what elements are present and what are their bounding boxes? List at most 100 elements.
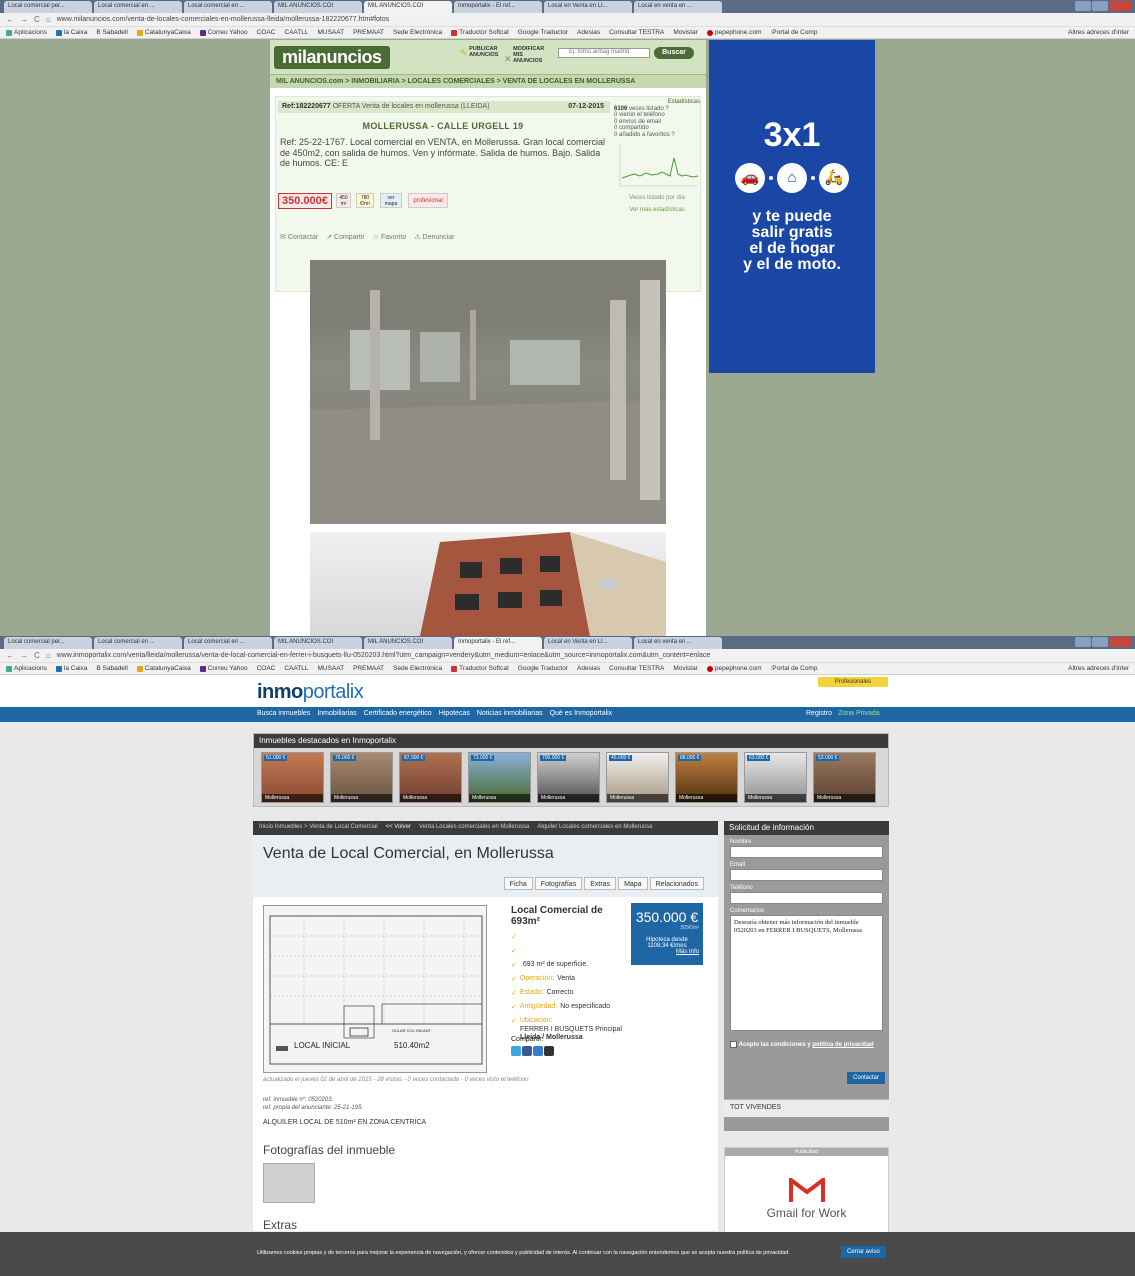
bookmark[interactable]: Correu Yahoo bbox=[199, 29, 248, 36]
compartir-link[interactable]: ↗ Compartir bbox=[326, 233, 365, 241]
nombre-field[interactable] bbox=[730, 846, 883, 858]
nav-link[interactable]: Noticias inmobiliarias bbox=[477, 710, 543, 717]
bookmark[interactable]: Consultar TESTRA bbox=[609, 665, 664, 672]
bookmark[interactable]: Consultar TESTRA bbox=[609, 29, 664, 36]
url-field[interactable]: www.inmoportalix.com/venta/lleida/moller… bbox=[57, 652, 711, 659]
comentarios-field[interactable]: Desearía obtener más información del inm… bbox=[730, 915, 883, 1031]
browser-tab[interactable]: MIL ANUNCIOS.COI bbox=[364, 637, 452, 649]
nav-link[interactable]: Certificado energético bbox=[364, 710, 432, 717]
map-tag[interactable]: ver mapa bbox=[380, 193, 402, 208]
bookmark[interactable]: MUSAAT bbox=[317, 665, 344, 672]
publicar-button[interactable]: ✎ PUBLICAR ANUNCIOS bbox=[460, 46, 505, 58]
bookmark[interactable]: la Caixa bbox=[55, 29, 87, 36]
browser-tab[interactable]: MIL ANUNCIOS.COI bbox=[274, 637, 362, 649]
bookmark[interactable]: Movistar bbox=[673, 665, 698, 672]
email-field[interactable] bbox=[730, 869, 883, 881]
bookmark[interactable]: Aplicacions bbox=[6, 665, 47, 672]
bookmark[interactable]: COAC bbox=[257, 665, 276, 672]
mil-search-input[interactable]: Ej: tomo airbag madrid bbox=[558, 48, 650, 58]
close-button[interactable] bbox=[1109, 637, 1131, 647]
bookmark[interactable]: Google Traductor bbox=[518, 29, 568, 36]
home-icon[interactable]: ⌂ bbox=[46, 651, 51, 660]
tab-ficha[interactable]: Ficha bbox=[503, 877, 533, 890]
forward-icon[interactable]: → bbox=[20, 651, 28, 660]
denunciar-link[interactable]: ⚠ Denunciar bbox=[414, 233, 454, 241]
related-link[interactable]: Venta Locales comerciales en Mollerussa bbox=[419, 824, 529, 832]
bookmark[interactable]: pepephone.com bbox=[706, 29, 762, 36]
bookmark[interactable]: Adesias bbox=[577, 665, 600, 672]
browser-tab[interactable]: Local comercial en ... bbox=[94, 637, 182, 649]
modificar-button[interactable]: ✕ MODIFICAR MIS ANUNCIOS bbox=[504, 46, 553, 64]
photo-building[interactable] bbox=[310, 532, 666, 636]
tab-extras[interactable]: Extras bbox=[584, 877, 617, 890]
profesionales-button[interactable]: Profesionales bbox=[818, 677, 888, 687]
browser-tab[interactable]: Local en venta en ... bbox=[634, 637, 722, 649]
privacidad-link[interactable]: política de privacidad bbox=[812, 1042, 873, 1048]
featured-item[interactable]: 88.000 € Mollerussa bbox=[675, 752, 738, 803]
ad-gmail[interactable]: Publicidad Gmail for Work bbox=[724, 1147, 889, 1241]
featured-item[interactable]: 87.000 € Mollerussa bbox=[399, 752, 462, 803]
browser-tab-active[interactable]: Inmoportalix - El ref... bbox=[454, 637, 542, 649]
bookmark[interactable]: CAATLL bbox=[284, 665, 308, 672]
bookmark[interactable]: B Sabadell bbox=[96, 665, 127, 672]
bookmark[interactable]: Traductor Softcat bbox=[451, 29, 509, 36]
bookmark[interactable]: Adesias bbox=[577, 29, 600, 36]
telefono-field[interactable] bbox=[730, 892, 883, 904]
minimize-button[interactable] bbox=[1075, 1, 1091, 11]
bookmark[interactable]: B Sabadell bbox=[96, 29, 127, 36]
bookmark[interactable]: COAC bbox=[257, 29, 276, 36]
photo-thumbnail[interactable] bbox=[263, 1163, 315, 1203]
bookmark[interactable]: Google Traductor bbox=[518, 665, 568, 672]
forward-icon[interactable]: → bbox=[20, 15, 28, 24]
back-icon[interactable]: ← bbox=[6, 651, 14, 660]
browser-tab[interactable]: MIL ANUNCIOS.COI bbox=[274, 1, 362, 13]
bookmark[interactable]: CatalunyaCaixa bbox=[136, 665, 191, 672]
maximize-button[interactable] bbox=[1092, 1, 1108, 11]
bookmark[interactable]: Sede Electrónica bbox=[393, 29, 442, 36]
photo-interior[interactable] bbox=[310, 260, 666, 524]
favorito-link[interactable]: ☆ Favorito bbox=[373, 233, 407, 241]
ad-banner-3x1[interactable]: 3x1 🚗 ⌂ 🛵 y te puede salir gratis el de … bbox=[709, 40, 875, 373]
email-share-icon[interactable] bbox=[533, 1046, 543, 1056]
bookmark[interactable]: Traductor Softcat bbox=[451, 665, 509, 672]
url-field[interactable]: www.milanuncios.com/venta-de-locales-com… bbox=[57, 16, 390, 23]
bookmark[interactable]: Aplicacions bbox=[6, 29, 47, 36]
bookmark[interactable]: :Portal de Comp bbox=[771, 665, 818, 672]
browser-tab[interactable]: Local comercial en ... bbox=[184, 1, 272, 13]
featured-item[interactable]: 45.000 € Mollerussa bbox=[606, 752, 669, 803]
bookmark[interactable]: Movistar bbox=[673, 29, 698, 36]
other-bookmarks[interactable]: Altres adreces d'inter bbox=[1068, 665, 1129, 672]
inmo-logo[interactable]: inmoportalix bbox=[257, 681, 364, 704]
facebook-icon[interactable] bbox=[522, 1046, 532, 1056]
minimize-button[interactable] bbox=[1075, 637, 1091, 647]
more-stats-link[interactable]: Ver más estadísticas bbox=[614, 207, 700, 214]
reload-icon[interactable]: C bbox=[34, 15, 40, 24]
close-button[interactable] bbox=[1109, 1, 1131, 11]
tab-mapa[interactable]: Mapa bbox=[618, 877, 648, 890]
back-icon[interactable]: ← bbox=[6, 15, 14, 24]
nav-link[interactable]: Hipotecas bbox=[439, 710, 470, 717]
contactar-button[interactable]: Contactar bbox=[846, 1072, 885, 1084]
browser-tab[interactable]: Local en Venta en LI... bbox=[544, 637, 632, 649]
breadcrumb[interactable]: Inicio Inmuebles > Venta de Local Comerc… bbox=[259, 824, 378, 832]
browser-tab[interactable]: Local en venta en ... bbox=[634, 1, 722, 13]
bookmark[interactable]: Sede Electrónica bbox=[393, 665, 442, 672]
contactar-link[interactable]: ✉ Contactar bbox=[280, 233, 318, 241]
agency-name[interactable]: TOT VIVENDES bbox=[724, 1099, 889, 1117]
mil-logo[interactable]: milanuncios bbox=[274, 46, 390, 69]
tab-fotografias[interactable]: Fotografías bbox=[534, 877, 583, 890]
breadcrumb[interactable]: MIL ANUNCIOS.com > INMOBILIARIA > LOCALE… bbox=[270, 74, 706, 88]
mil-search-button[interactable]: Buscar bbox=[654, 47, 694, 59]
featured-item[interactable]: 51.000 € Mollerussa bbox=[261, 752, 324, 803]
featured-item[interactable]: 76.000 € Mollerussa bbox=[330, 752, 393, 803]
browser-tab-active[interactable]: MIL ANUNCIOS.COI bbox=[364, 1, 452, 13]
bookmark[interactable]: CatalunyaCaixa bbox=[136, 29, 191, 36]
bookmark[interactable]: CAATLL bbox=[284, 29, 308, 36]
nav-link[interactable]: Qué es Inmoportalix bbox=[550, 710, 613, 717]
other-bookmarks[interactable]: Altres adreces d'inter bbox=[1068, 29, 1129, 36]
bookmark[interactable]: la Caixa bbox=[55, 665, 87, 672]
bookmark[interactable]: :Portal de Comp bbox=[771, 29, 818, 36]
bookmark[interactable]: PREMAAT bbox=[353, 665, 384, 672]
accept-checkbox[interactable] bbox=[730, 1041, 737, 1048]
related-link[interactable]: Alquiler Locales comerciales en Mollerus… bbox=[537, 824, 652, 832]
